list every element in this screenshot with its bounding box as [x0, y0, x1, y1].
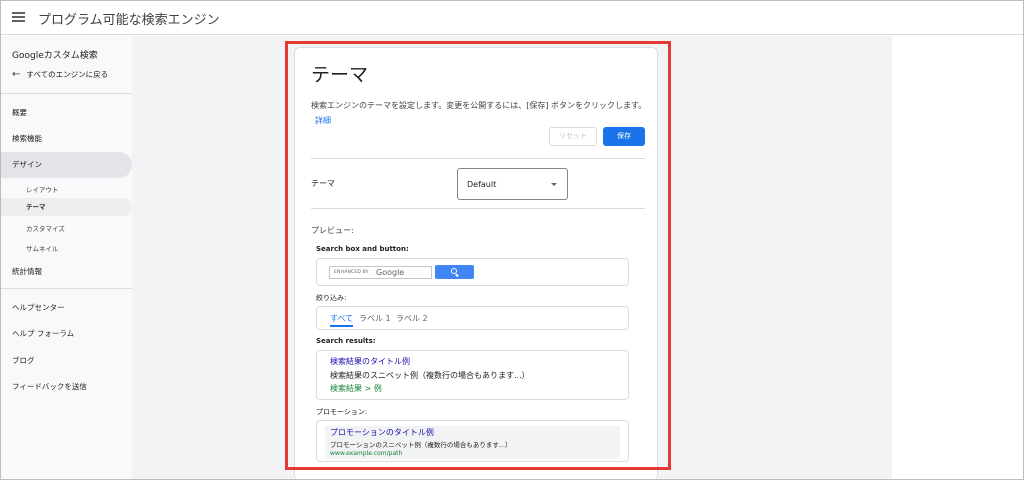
- reset-button[interactable]: リセット: [549, 127, 597, 146]
- top-bar: プログラム可能な検索エンジン: [1, 1, 1023, 35]
- sidebar-item-help-forum[interactable]: ヘルプ フォーラム: [12, 328, 74, 339]
- theme-card: テーマ 検索エンジンのテーマを設定します。変更を公開するには、[保存] ボタンを…: [294, 47, 658, 479]
- right-pane: [892, 36, 1023, 479]
- sidebar-subitem-customize[interactable]: カスタマイズ: [26, 223, 65, 233]
- app-title: プログラム可能な検索エンジン: [38, 13, 220, 28]
- card-divider: [311, 208, 645, 209]
- back-to-all-engines-link[interactable]: ← すべてのエンジンに戻る: [12, 69, 108, 80]
- search-box-section-label: Search box and button:: [316, 245, 409, 253]
- sidebar: Googleカスタム検索 ← すべてのエンジンに戻る 概要 検索機能 デザイン …: [1, 36, 132, 479]
- sidebar-subitem-thumbnail[interactable]: サムネイル: [26, 243, 58, 253]
- sidebar-item-design[interactable]: デザイン: [1, 152, 132, 178]
- preview-search-button[interactable]: [435, 265, 474, 279]
- caret-down-icon: [551, 183, 557, 186]
- sidebar-item-overview[interactable]: 概要: [12, 107, 27, 118]
- enhanced-by-text: ENHANCED BY: [334, 270, 369, 275]
- search-results-preview: 検索結果のタイトル例 検索結果のスニペット例（複数行の場合もあります...） 検…: [316, 350, 629, 400]
- app-window: プログラム可能な検索エンジン Googleカスタム検索 ← すべてのエンジンに戻…: [0, 0, 1024, 480]
- sidebar-item-help-center[interactable]: ヘルプセンター: [12, 302, 65, 313]
- sidebar-item-feedback[interactable]: フィードバックを送信: [12, 381, 87, 392]
- theme-select[interactable]: Default: [457, 168, 568, 200]
- refine-tab-label-2[interactable]: ラベル 2: [396, 313, 428, 324]
- result-title-link[interactable]: 検索結果のタイトル例: [330, 356, 410, 367]
- refine-tab-all[interactable]: すべて: [330, 313, 354, 327]
- promotion-section-label: プロモーション:: [316, 408, 368, 416]
- page-title: テーマ: [311, 64, 369, 86]
- theme-field-label: テーマ: [311, 179, 335, 188]
- sidebar-item-statistics[interactable]: 統計情報: [12, 266, 42, 277]
- sidebar-divider: [1, 93, 132, 94]
- search-box-preview: ENHANCED BY Google: [316, 258, 629, 286]
- arrow-left-icon: ←: [12, 69, 21, 80]
- sidebar-item-search-features[interactable]: 検索機能: [12, 133, 42, 144]
- promotion-snippet: プロモーションのスニペット例（複数行の場合もあります...）: [330, 441, 512, 449]
- promotion-url: www.example.com/path: [330, 450, 403, 457]
- result-url: 検索結果 > 例: [330, 384, 382, 393]
- refine-section-label: 絞り込み:: [316, 294, 347, 302]
- promotion-preview: プロモーションのタイトル例 プロモーションのスニペット例（複数行の場合もあります…: [316, 420, 629, 462]
- google-logo-text: Google: [376, 268, 405, 277]
- preview-search-input[interactable]: ENHANCED BY Google: [329, 266, 432, 279]
- refine-tab-label-1[interactable]: ラベル 1: [359, 313, 391, 324]
- sidebar-subitem-layout[interactable]: レイアウト: [26, 184, 59, 194]
- search-results-section-label: Search results:: [316, 337, 376, 345]
- sidebar-divider: [1, 288, 132, 289]
- back-label: すべてのエンジンに戻る: [26, 70, 109, 79]
- search-icon: [451, 268, 457, 274]
- card-divider: [311, 158, 645, 159]
- sidebar-brand: Googleカスタム検索: [12, 51, 98, 61]
- promotion-title-link[interactable]: プロモーションのタイトル例: [330, 427, 434, 438]
- theme-select-value: Default: [467, 180, 497, 189]
- theme-description: 検索エンジンのテーマを設定します。変更を公開するには、[保存] ボタンをクリック…: [311, 98, 647, 128]
- sidebar-subitem-theme[interactable]: テーマ: [1, 198, 132, 216]
- sidebar-item-blog[interactable]: ブログ: [12, 355, 35, 366]
- hamburger-menu-icon[interactable]: [12, 11, 25, 23]
- save-button[interactable]: 保存: [603, 127, 645, 146]
- refine-preview: すべて ラベル 1 ラベル 2: [316, 306, 629, 330]
- preview-label: プレビュー:: [311, 226, 354, 235]
- result-snippet: 検索結果のスニペット例（複数行の場合もあります...）: [330, 371, 530, 380]
- description-text: 検索エンジンのテーマを設定します。変更を公開するには、[保存] ボタンをクリック…: [311, 101, 647, 110]
- details-link[interactable]: 詳細: [315, 116, 331, 125]
